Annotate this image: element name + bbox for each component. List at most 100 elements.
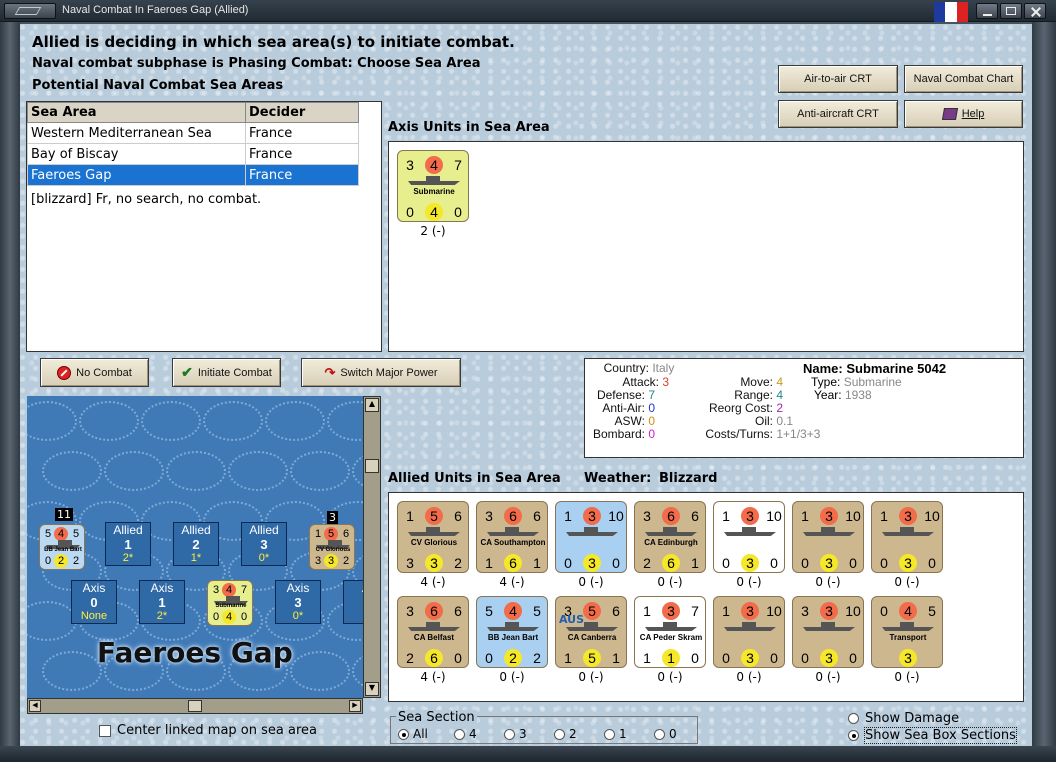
unit-name: BB Jean Bart <box>44 547 82 553</box>
center-linked-checkbox[interactable]: Center linked map on sea area <box>99 723 317 738</box>
counter-stat: 0 <box>801 650 809 666</box>
counter-stat: 10 <box>845 603 861 619</box>
table-row-selected[interactable]: Faeroes Gap France <box>27 164 359 186</box>
counter-stat: 0 <box>44 555 52 567</box>
unit-counter[interactable]: 1 3 10 0 3 0 <box>555 501 627 573</box>
axis-sea-box[interactable]: Axis 0 None <box>71 580 117 624</box>
unit-counter[interactable]: 3 3 10 0 3 0 <box>792 596 864 668</box>
axis-sea-box[interactable]: Axis 1 2* <box>139 580 185 624</box>
map-vertical-scrollbar[interactable]: ▲ ▼ <box>363 396 381 698</box>
allied-sea-box[interactable]: Allied 3 0* <box>241 522 287 566</box>
show-damage-radio[interactable]: Show Damage <box>848 711 959 726</box>
unit-counter[interactable]: 5 4 5 0 2 2 BB Jean Bart <box>39 524 85 570</box>
table-row[interactable]: Bay of Biscay France <box>27 143 359 165</box>
unit-counter[interactable]: 1 3 10 0 3 0 <box>871 501 943 573</box>
unit-counter[interactable]: 5 4 5 0 2 2 BB Jean Bart <box>476 596 548 668</box>
counter-stat: 1 <box>643 603 651 619</box>
wave-pattern <box>42 451 102 491</box>
unit-counter[interactable]: 1 3 10 0 3 0 <box>792 501 864 573</box>
no-entry-icon <box>57 365 72 380</box>
counter-stat: 0 <box>485 650 493 666</box>
allied-sea-box[interactable]: Allied 1 2* <box>105 522 151 566</box>
attack-label: Attack: <box>622 375 659 389</box>
unit-counter[interactable]: 1 3 10 0 3 0 <box>713 501 785 573</box>
unit-counter[interactable]: 3 6 6 1 6 1 CA Southampton <box>476 501 548 573</box>
attack-value: 5 <box>425 507 443 525</box>
counter-stat: 2 <box>342 555 350 567</box>
unit-counter[interactable]: 3 4 7 0 4 0 Submarine <box>397 150 469 222</box>
sea-section-option[interactable]: 0 <box>654 727 704 741</box>
box-label: A <box>344 581 363 595</box>
unit-counter[interactable]: 3 6 6 2 6 1 CA Edinburgh <box>634 501 706 573</box>
unit-counter[interactable]: 1 3 10 0 3 0 <box>713 596 785 668</box>
unit-status: 4 (-) <box>420 575 446 589</box>
switch-major-power-button[interactable]: ↷ Switch Major Power <box>301 358 461 387</box>
hscroll-thumb[interactable] <box>188 700 202 712</box>
wave-pattern <box>27 401 77 441</box>
initiate-combat-label: Initiate Combat <box>197 366 272 379</box>
anti-aircraft-crt-button[interactable]: Anti-aircraft CRT <box>778 100 898 128</box>
counter-stat: 0 <box>406 204 414 220</box>
wave-pattern <box>27 601 77 641</box>
initiate-combat-button[interactable]: ✔ Initiate Combat <box>172 358 281 387</box>
window-menu-button[interactable] <box>4 3 56 19</box>
unit-counter[interactable]: 3 6 6 2 6 0 CA Belfast <box>397 596 469 668</box>
show-sea-box-sections-radio[interactable]: Show Sea Box Sections <box>848 727 1017 744</box>
unit-counter[interactable]: 1 5 6 3 3 2 CV Glorious <box>309 524 355 570</box>
counter-stat: 10 <box>766 603 782 619</box>
box-value: 2* <box>122 552 134 564</box>
sea-section-option[interactable]: 3 <box>504 727 554 741</box>
ship-silhouette-icon <box>803 621 855 631</box>
help-button[interactable]: Help <box>904 100 1023 128</box>
counter-stat: 0 <box>849 555 857 571</box>
table-row[interactable]: Western Mediterranean Sea France <box>27 122 359 144</box>
col-sea-area[interactable]: Sea Area <box>27 102 246 123</box>
box-value: 2* <box>156 610 168 622</box>
close-button[interactable] <box>1024 3 1046 19</box>
col-decider[interactable]: Decider <box>245 102 359 123</box>
counter-stat: 0 <box>240 611 248 623</box>
sea-section-option[interactable]: 2 <box>554 727 604 741</box>
counter-stat: 0 <box>722 555 730 571</box>
maximize-button[interactable] <box>1000 3 1022 19</box>
unit-counter[interactable]: 3 5 6 1 5 1 CA Canberra <box>555 596 627 668</box>
unit-name: BB Jean Bart <box>487 633 539 642</box>
box-label: Axis <box>286 581 310 595</box>
unit-counter[interactable]: 3 4 7 0 4 0 Submarine <box>207 580 253 626</box>
counter-stat: 1 <box>691 555 699 571</box>
scroll-thumb[interactable] <box>365 459 379 473</box>
wave-pattern <box>290 651 350 691</box>
move-value: 4 <box>776 375 784 389</box>
asw-value: 0 <box>648 414 656 428</box>
counter-stat: 0 <box>454 650 462 666</box>
unit-counter[interactable]: 1 3 7 1 1 0 CA Peder Skram <box>634 596 706 668</box>
counter-stat: 3 <box>314 555 322 567</box>
ship-silhouette-icon <box>645 526 697 536</box>
defense-value: 3 <box>899 649 917 667</box>
scroll-up-icon[interactable]: ▲ <box>365 398 379 412</box>
axis-sea-box[interactable]: A <box>343 580 363 624</box>
costs-value: 1+1/3+3 <box>776 427 821 441</box>
box-number: 1 <box>158 595 166 610</box>
air-to-air-crt-button[interactable]: Air-to-air CRT <box>778 65 898 93</box>
axis-sea-box[interactable]: Axis 3 0* <box>275 580 321 624</box>
unit-counter[interactable]: 1 5 6 3 3 2 CV Glorious <box>397 501 469 573</box>
switch-arrow-icon: ↷ <box>324 364 336 380</box>
scroll-left-icon[interactable]: ◀ <box>29 700 41 712</box>
sea-section-option[interactable]: All <box>398 727 454 741</box>
sea-section-option-label: 2 <box>569 727 577 741</box>
sea-section-option[interactable]: 1 <box>604 727 654 741</box>
no-combat-button[interactable]: No Combat <box>40 358 149 387</box>
allied-sea-box[interactable]: Allied 2 1* <box>173 522 219 566</box>
scroll-down-icon[interactable]: ▼ <box>365 682 379 696</box>
counter-stat: 0 <box>770 650 778 666</box>
scroll-right-icon[interactable]: ▶ <box>349 700 361 712</box>
map-horizontal-scrollbar[interactable]: ◀ ▶ <box>27 698 363 714</box>
sea-section-option[interactable]: 4 <box>454 727 504 741</box>
minimize-button[interactable] <box>976 3 998 19</box>
unit-counter[interactable]: 0 4 5 3 Transport <box>871 596 943 668</box>
sea-area-map[interactable]: 5 4 5 0 2 2 BB Jean Bart 11 Allied 1 2* Allied 2 1* Al… <box>27 396 363 698</box>
naval-combat-chart-button[interactable]: Naval Combat Chart <box>904 65 1023 93</box>
weather-note: [blizzard] Fr, no search, no combat. <box>31 192 262 207</box>
unit-name: Submarine <box>413 187 455 196</box>
